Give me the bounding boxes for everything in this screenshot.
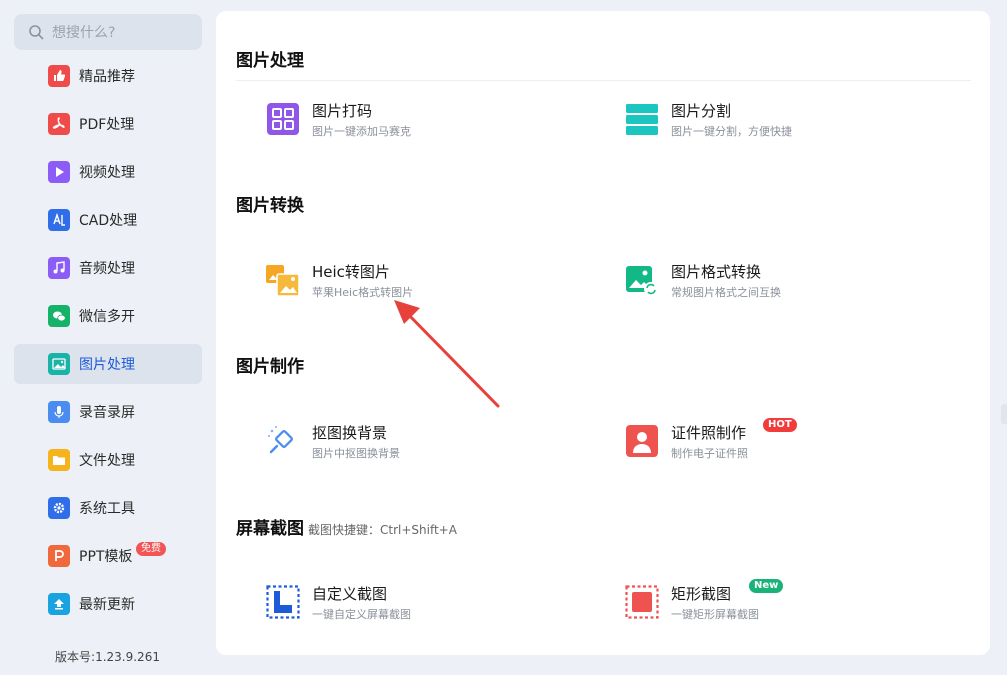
- sidebar-item-ppt[interactable]: PPT模板 免费: [14, 536, 202, 576]
- sidebar-item-system-tools[interactable]: 系统工具: [14, 488, 202, 528]
- main-panel: 图片处理 图片打码 图片一键添加马赛克 图片分割 图片一键分割，方便快捷 图片转…: [216, 11, 990, 655]
- tool-description: 图片中抠图换背景: [312, 447, 400, 460]
- mosaic-icon: [267, 103, 299, 135]
- tool-name: 图片格式转换: [671, 263, 762, 281]
- sidebar-item-label: 图片处理: [79, 357, 135, 373]
- sidebar-item-label: 系统工具: [79, 501, 135, 517]
- section-title-image-creation: 图片制作: [236, 357, 304, 377]
- version-label: 版本号:1.23.9.261: [55, 650, 160, 664]
- tool-name: 自定义截图: [312, 585, 388, 603]
- search-icon: [29, 25, 44, 40]
- sidebar-item-label: 最新更新: [79, 597, 135, 613]
- new-badge: New: [749, 579, 784, 593]
- sidebar-item-updates[interactable]: 最新更新: [14, 584, 202, 624]
- tool-description: 一键矩形屏幕截图: [671, 608, 759, 621]
- sidebar-item-label: PDF处理: [79, 117, 135, 133]
- sidebar-item-label: 音频处理: [79, 261, 135, 277]
- sidebar-item-label: 精品推荐: [79, 69, 135, 85]
- gear-icon: [48, 497, 70, 519]
- sidebar-item-audio[interactable]: 音频处理: [14, 248, 202, 288]
- tool-description: 一键自定义屏幕截图: [312, 608, 411, 621]
- sidebar: 想搜什么? 精品推荐 PDF处理 视频处理 CAD处理 音频处理 微信多开 图片…: [0, 0, 215, 675]
- search-placeholder: 想搜什么?: [52, 25, 116, 41]
- music-icon: [48, 257, 70, 279]
- split-icon: [626, 104, 658, 135]
- free-badge: 免费: [136, 542, 166, 556]
- upload-icon: [48, 593, 70, 615]
- sidebar-item-image[interactable]: 图片处理: [14, 344, 202, 384]
- sidebar-item-label: PPT模板: [79, 549, 133, 565]
- rect-screenshot-icon: [625, 585, 659, 619]
- tool-description: 制作电子证件照: [671, 447, 748, 460]
- sidebar-item-files[interactable]: 文件处理: [14, 440, 202, 480]
- sidebar-item-wechat[interactable]: 微信多开: [14, 296, 202, 336]
- play-icon: [48, 161, 70, 183]
- cutout-icon: [268, 426, 293, 454]
- section-title-image-conversion: 图片转换: [236, 196, 304, 216]
- sidebar-item-video[interactable]: 视频处理: [14, 152, 202, 192]
- ppt-icon: [48, 545, 70, 567]
- tool-heic-to-image[interactable]: Heic转图片 苹果Heic格式转图片: [266, 261, 566, 311]
- id-photo-icon: [626, 425, 658, 457]
- tool-name: 证件照制作: [671, 424, 747, 442]
- tool-name: 抠图换背景: [312, 424, 388, 442]
- tool-name: 图片分割: [671, 102, 732, 120]
- tool-image-format-conversion[interactable]: 图片格式转换 常规图片格式之间互换: [625, 261, 925, 311]
- cad-icon: [48, 209, 70, 231]
- tool-description: 图片一键添加马赛克: [312, 125, 411, 138]
- tool-id-photo[interactable]: 证件照制作 HOT 制作电子证件照: [625, 418, 925, 472]
- tool-name: 图片打码: [312, 102, 373, 120]
- tool-image-mosaic[interactable]: 图片打码 图片一键添加马赛克: [266, 100, 566, 150]
- sidebar-item-label: 视频处理: [79, 165, 135, 181]
- tool-description: 苹果Heic格式转图片: [312, 286, 414, 299]
- tool-cutout-background[interactable]: 抠图换背景 图片中抠图换背景: [266, 422, 566, 472]
- pdf-icon: [48, 113, 70, 135]
- tool-custom-screenshot[interactable]: 自定义截图 一键自定义屏幕截图: [266, 583, 566, 633]
- shortcut-hint: 截图快捷键：Ctrl+Shift+A: [308, 523, 457, 537]
- sidebar-item-pdf[interactable]: PDF处理: [14, 104, 202, 144]
- sidebar-nav: 精品推荐 PDF处理 视频处理 CAD处理 音频处理 微信多开 图片处理 录音录…: [14, 56, 202, 632]
- sidebar-item-cad[interactable]: CAD处理: [14, 200, 202, 240]
- microphone-icon: [48, 401, 70, 423]
- tool-image-split[interactable]: 图片分割 图片一键分割，方便快捷: [625, 100, 925, 150]
- hot-badge: HOT: [763, 418, 797, 432]
- sidebar-item-recording[interactable]: 录音录屏: [14, 392, 202, 432]
- image-icon: [48, 353, 70, 375]
- section-title-text: 屏幕截图: [236, 519, 304, 539]
- sidebar-item-label: 文件处理: [79, 453, 135, 469]
- tool-description: 常规图片格式之间互换: [671, 286, 781, 299]
- tool-rect-screenshot[interactable]: 矩形截图 New 一键矩形屏幕截图: [625, 579, 925, 633]
- scrollbar[interactable]: [1001, 404, 1007, 424]
- divider: [236, 80, 971, 81]
- format-convert-icon: [626, 266, 658, 296]
- sidebar-item-label: CAD处理: [79, 213, 138, 229]
- heic-convert-icon: [266, 265, 300, 297]
- thumbs-up-icon: [48, 65, 70, 87]
- tool-name: 矩形截图: [671, 585, 732, 603]
- section-title-image-processing: 图片处理: [236, 51, 304, 71]
- wechat-icon: [48, 305, 70, 327]
- tool-name: Heic转图片: [312, 263, 390, 281]
- sidebar-item-featured[interactable]: 精品推荐: [14, 56, 202, 96]
- sidebar-item-label: 微信多开: [79, 309, 135, 325]
- sidebar-item-label: 录音录屏: [79, 405, 135, 421]
- folder-icon: [48, 449, 70, 471]
- section-title-screenshot: 屏幕截图 截图快捷键：Ctrl+Shift+A: [236, 514, 457, 539]
- tool-description: 图片一键分割，方便快捷: [671, 125, 792, 138]
- search-input[interactable]: 想搜什么?: [14, 14, 202, 50]
- custom-screenshot-icon: [266, 585, 300, 619]
